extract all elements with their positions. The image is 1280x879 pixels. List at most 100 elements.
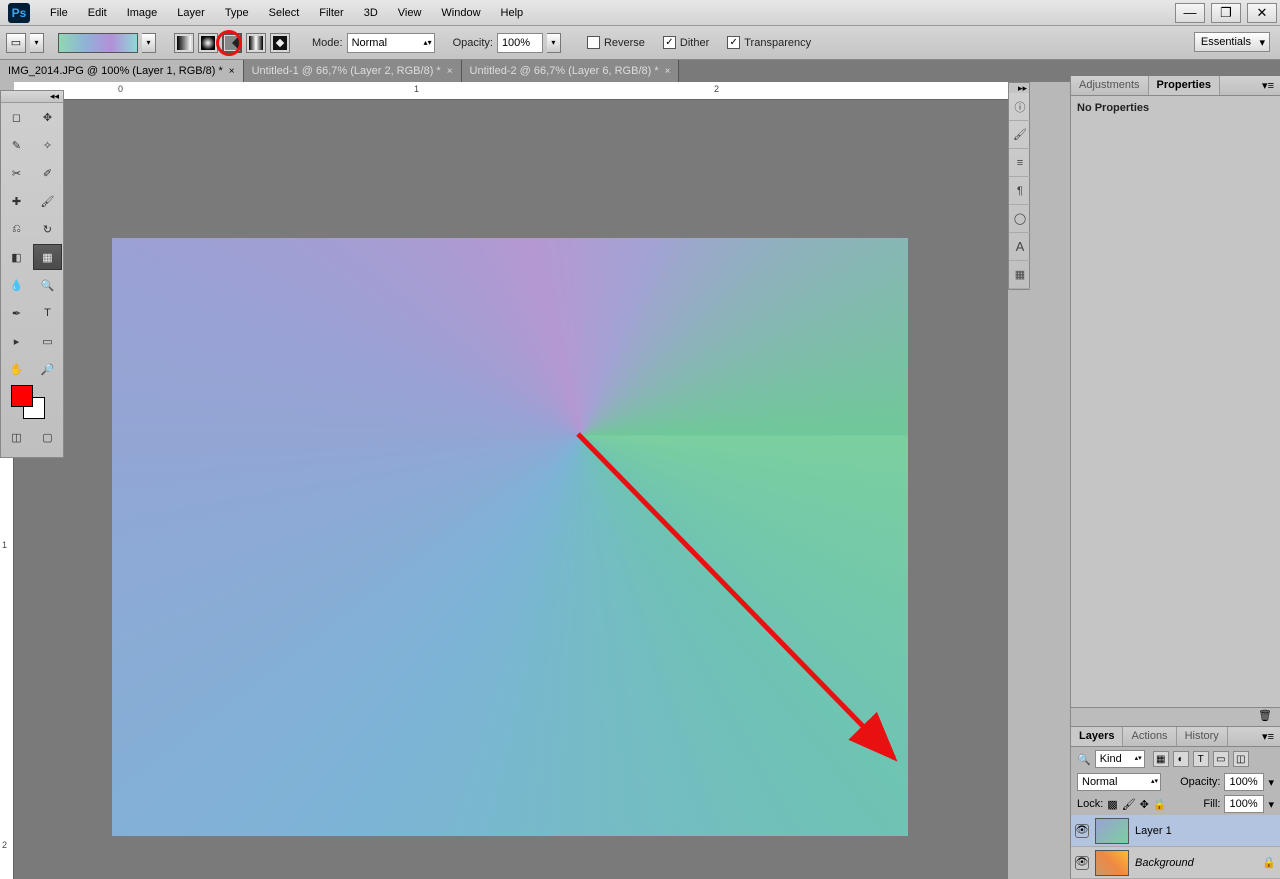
mode-select[interactable]: Normal▴▾	[347, 33, 435, 53]
shape-tool-icon[interactable]: ▭	[33, 328, 62, 354]
layer-row[interactable]: 👁 Background 🔒	[1071, 847, 1280, 879]
menu-image[interactable]: Image	[117, 0, 168, 26]
gradient-angular-icon[interactable]	[222, 33, 242, 53]
gradient-tool-icon[interactable]: ▦	[33, 244, 62, 270]
panel-menu-icon[interactable]: ▾≡	[1256, 727, 1280, 746]
reverse-checkbox[interactable]	[587, 36, 600, 49]
lock-paint-icon[interactable]: 🖌	[1122, 798, 1136, 811]
menu-select[interactable]: Select	[259, 0, 310, 26]
crop-tool-icon[interactable]: ✂	[2, 160, 31, 186]
trash-icon[interactable]: 🗑	[1258, 710, 1272, 722]
paragraph-panel-icon[interactable]: ¶	[1009, 177, 1031, 205]
strip-expand-icon[interactable]: ▸▸	[1009, 83, 1029, 93]
blend-mode-select[interactable]: Normal▴▾	[1077, 773, 1161, 791]
brush-tool-icon[interactable]: 🖌	[33, 188, 62, 214]
dither-checkbox[interactable]: ✓	[663, 36, 676, 49]
layer-opacity-input[interactable]: 100%	[1224, 773, 1264, 791]
gradient-preview[interactable]	[58, 33, 138, 53]
gradient-radial-icon[interactable]	[198, 33, 218, 53]
visibility-icon[interactable]: 👁	[1075, 856, 1089, 870]
document-tab[interactable]: Untitled-1 @ 66,7% (Layer 2, RGB/8) *×	[244, 60, 462, 82]
minimize-button[interactable]: —	[1175, 3, 1205, 23]
gradient-dropdown[interactable]: ▾	[142, 33, 156, 53]
menu-type[interactable]: Type	[215, 0, 259, 26]
lock-move-icon[interactable]: ✥	[1140, 798, 1149, 811]
magic-wand-tool-icon[interactable]: ✧	[33, 132, 62, 158]
tool-preset-dropdown[interactable]: ▾	[30, 33, 44, 53]
filter-pixel-icon[interactable]: ▦	[1153, 751, 1169, 767]
close-icon[interactable]: ×	[665, 66, 671, 77]
menu-help[interactable]: Help	[491, 0, 534, 26]
fill-dropdown-icon[interactable]: ▾	[1268, 798, 1274, 811]
filter-kind-select[interactable]: Kind▴▾	[1095, 750, 1145, 768]
close-icon[interactable]: ×	[229, 66, 235, 77]
foreground-color-swatch[interactable]	[11, 385, 33, 407]
gradient-diamond-icon[interactable]	[270, 33, 290, 53]
menu-window[interactable]: Window	[431, 0, 490, 26]
menu-3d[interactable]: 3D	[354, 0, 388, 26]
tool-preset-icon[interactable]: ▭	[6, 33, 26, 53]
document-tab[interactable]: Untitled-2 @ 66,7% (Layer 6, RGB/8) *×	[462, 60, 680, 82]
eyedropper-tool-icon[interactable]: ✐	[33, 160, 62, 186]
properties-tab[interactable]: Properties	[1149, 76, 1220, 95]
filter-smart-icon[interactable]: ◫	[1233, 751, 1249, 767]
history-tab[interactable]: History	[1177, 727, 1228, 746]
layer-name[interactable]: Background	[1135, 857, 1194, 869]
stamp-tool-icon[interactable]: ⎌	[2, 216, 31, 242]
workspace-select[interactable]: Essentials▾	[1194, 32, 1270, 52]
close-button[interactable]: ✕	[1247, 3, 1277, 23]
blur-tool-icon[interactable]: 💧	[2, 272, 31, 298]
screenmode-icon[interactable]: ▢	[33, 424, 62, 450]
brush-presets-icon[interactable]: ≡	[1009, 149, 1031, 177]
opacity-input[interactable]: 100%	[497, 33, 543, 53]
filter-type-icon[interactable]: T	[1193, 751, 1209, 767]
canvas-area[interactable]	[14, 100, 1008, 879]
lock-trans-icon[interactable]: ▩	[1107, 798, 1117, 811]
3d-panel-icon[interactable]: ◯	[1009, 205, 1031, 233]
panel-menu-icon[interactable]: ▾≡	[1256, 76, 1280, 95]
layer-thumbnail[interactable]	[1095, 850, 1129, 876]
filter-adjust-icon[interactable]: ◐	[1173, 751, 1189, 767]
toolbox-collapse-icon[interactable]: ◂◂	[1, 91, 63, 103]
menu-file[interactable]: File	[40, 0, 78, 26]
maximize-button[interactable]: ❐	[1211, 3, 1241, 23]
document-tab[interactable]: IMG_2014.JPG @ 100% (Layer 1, RGB/8) *×	[0, 60, 244, 82]
healing-tool-icon[interactable]: ✚	[2, 188, 31, 214]
adjustments-tab[interactable]: Adjustments	[1071, 76, 1149, 95]
lasso-tool-icon[interactable]: ✎	[2, 132, 31, 158]
canvas[interactable]	[112, 238, 908, 836]
quickmask-icon[interactable]: ◫	[2, 424, 31, 450]
menu-filter[interactable]: Filter	[309, 0, 353, 26]
actions-tab[interactable]: Actions	[1123, 727, 1176, 746]
fill-input[interactable]: 100%	[1224, 795, 1264, 813]
move-tool-icon[interactable]: ✥	[33, 104, 62, 130]
menu-edit[interactable]: Edit	[78, 0, 117, 26]
layers-tab[interactable]: Layers	[1071, 727, 1123, 746]
info-panel-icon[interactable]: ⓘ	[1009, 93, 1031, 121]
gradient-linear-icon[interactable]	[174, 33, 194, 53]
lock-all-icon[interactable]: 🔒	[1153, 798, 1167, 811]
zoom-tool-icon[interactable]: 🔎	[33, 356, 62, 382]
path-select-tool-icon[interactable]: ▸	[2, 328, 31, 354]
brush-panel-icon[interactable]: 🖌	[1009, 121, 1031, 149]
styles-panel-icon[interactable]: ▦	[1009, 261, 1031, 289]
visibility-icon[interactable]: 👁	[1075, 824, 1089, 838]
gradient-reflected-icon[interactable]	[246, 33, 266, 53]
close-icon[interactable]: ×	[447, 66, 453, 77]
dodge-tool-icon[interactable]: 🔍	[33, 272, 62, 298]
menu-layer[interactable]: Layer	[167, 0, 215, 26]
filter-shape-icon[interactable]: ▭	[1213, 751, 1229, 767]
hand-tool-icon[interactable]: ✋	[2, 356, 31, 382]
layer-row[interactable]: 👁 Layer 1	[1071, 815, 1280, 847]
layer-name[interactable]: Layer 1	[1135, 825, 1172, 837]
history-brush-tool-icon[interactable]: ↻	[33, 216, 62, 242]
menu-view[interactable]: View	[388, 0, 432, 26]
layer-thumbnail[interactable]	[1095, 818, 1129, 844]
type-tool-icon[interactable]: T	[33, 300, 62, 326]
opacity-dropdown-icon[interactable]: ▾	[1268, 776, 1274, 789]
pen-tool-icon[interactable]: ✒	[2, 300, 31, 326]
transparency-checkbox[interactable]: ✓	[727, 36, 740, 49]
opacity-dropdown[interactable]: ▾	[547, 33, 561, 53]
marquee-tool-icon[interactable]: ◻	[2, 104, 31, 130]
eraser-tool-icon[interactable]: ◧	[2, 244, 31, 270]
